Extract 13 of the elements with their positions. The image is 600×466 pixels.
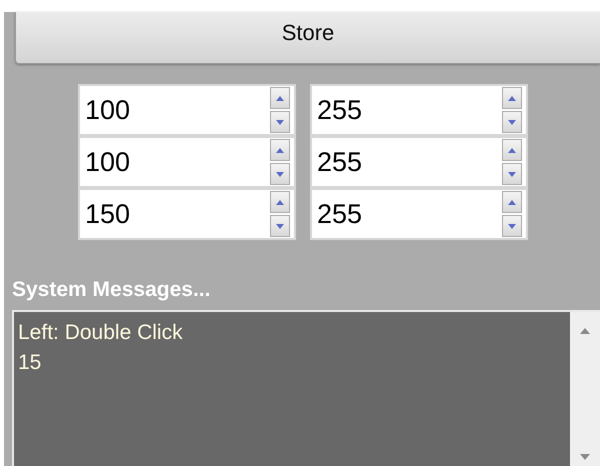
number-spinner[interactable]: 255 [310,136,528,188]
scroll-down-icon[interactable] [580,454,590,460]
number-spinner[interactable]: 100 [78,136,296,188]
number-spinner[interactable]: 255 [310,188,528,240]
messages-heading: System Messages... [12,278,212,302]
number-spinner[interactable]: 100 [78,84,296,136]
scroll-up-icon[interactable] [580,328,590,334]
message-line: Left: Double Click [18,320,184,346]
number-spinner[interactable]: 255 [310,84,528,136]
scrollbar[interactable] [570,312,600,466]
store-button[interactable]: Store [15,12,600,64]
number-spinner[interactable]: 150 [78,188,296,240]
message-line: 15 [18,350,42,376]
